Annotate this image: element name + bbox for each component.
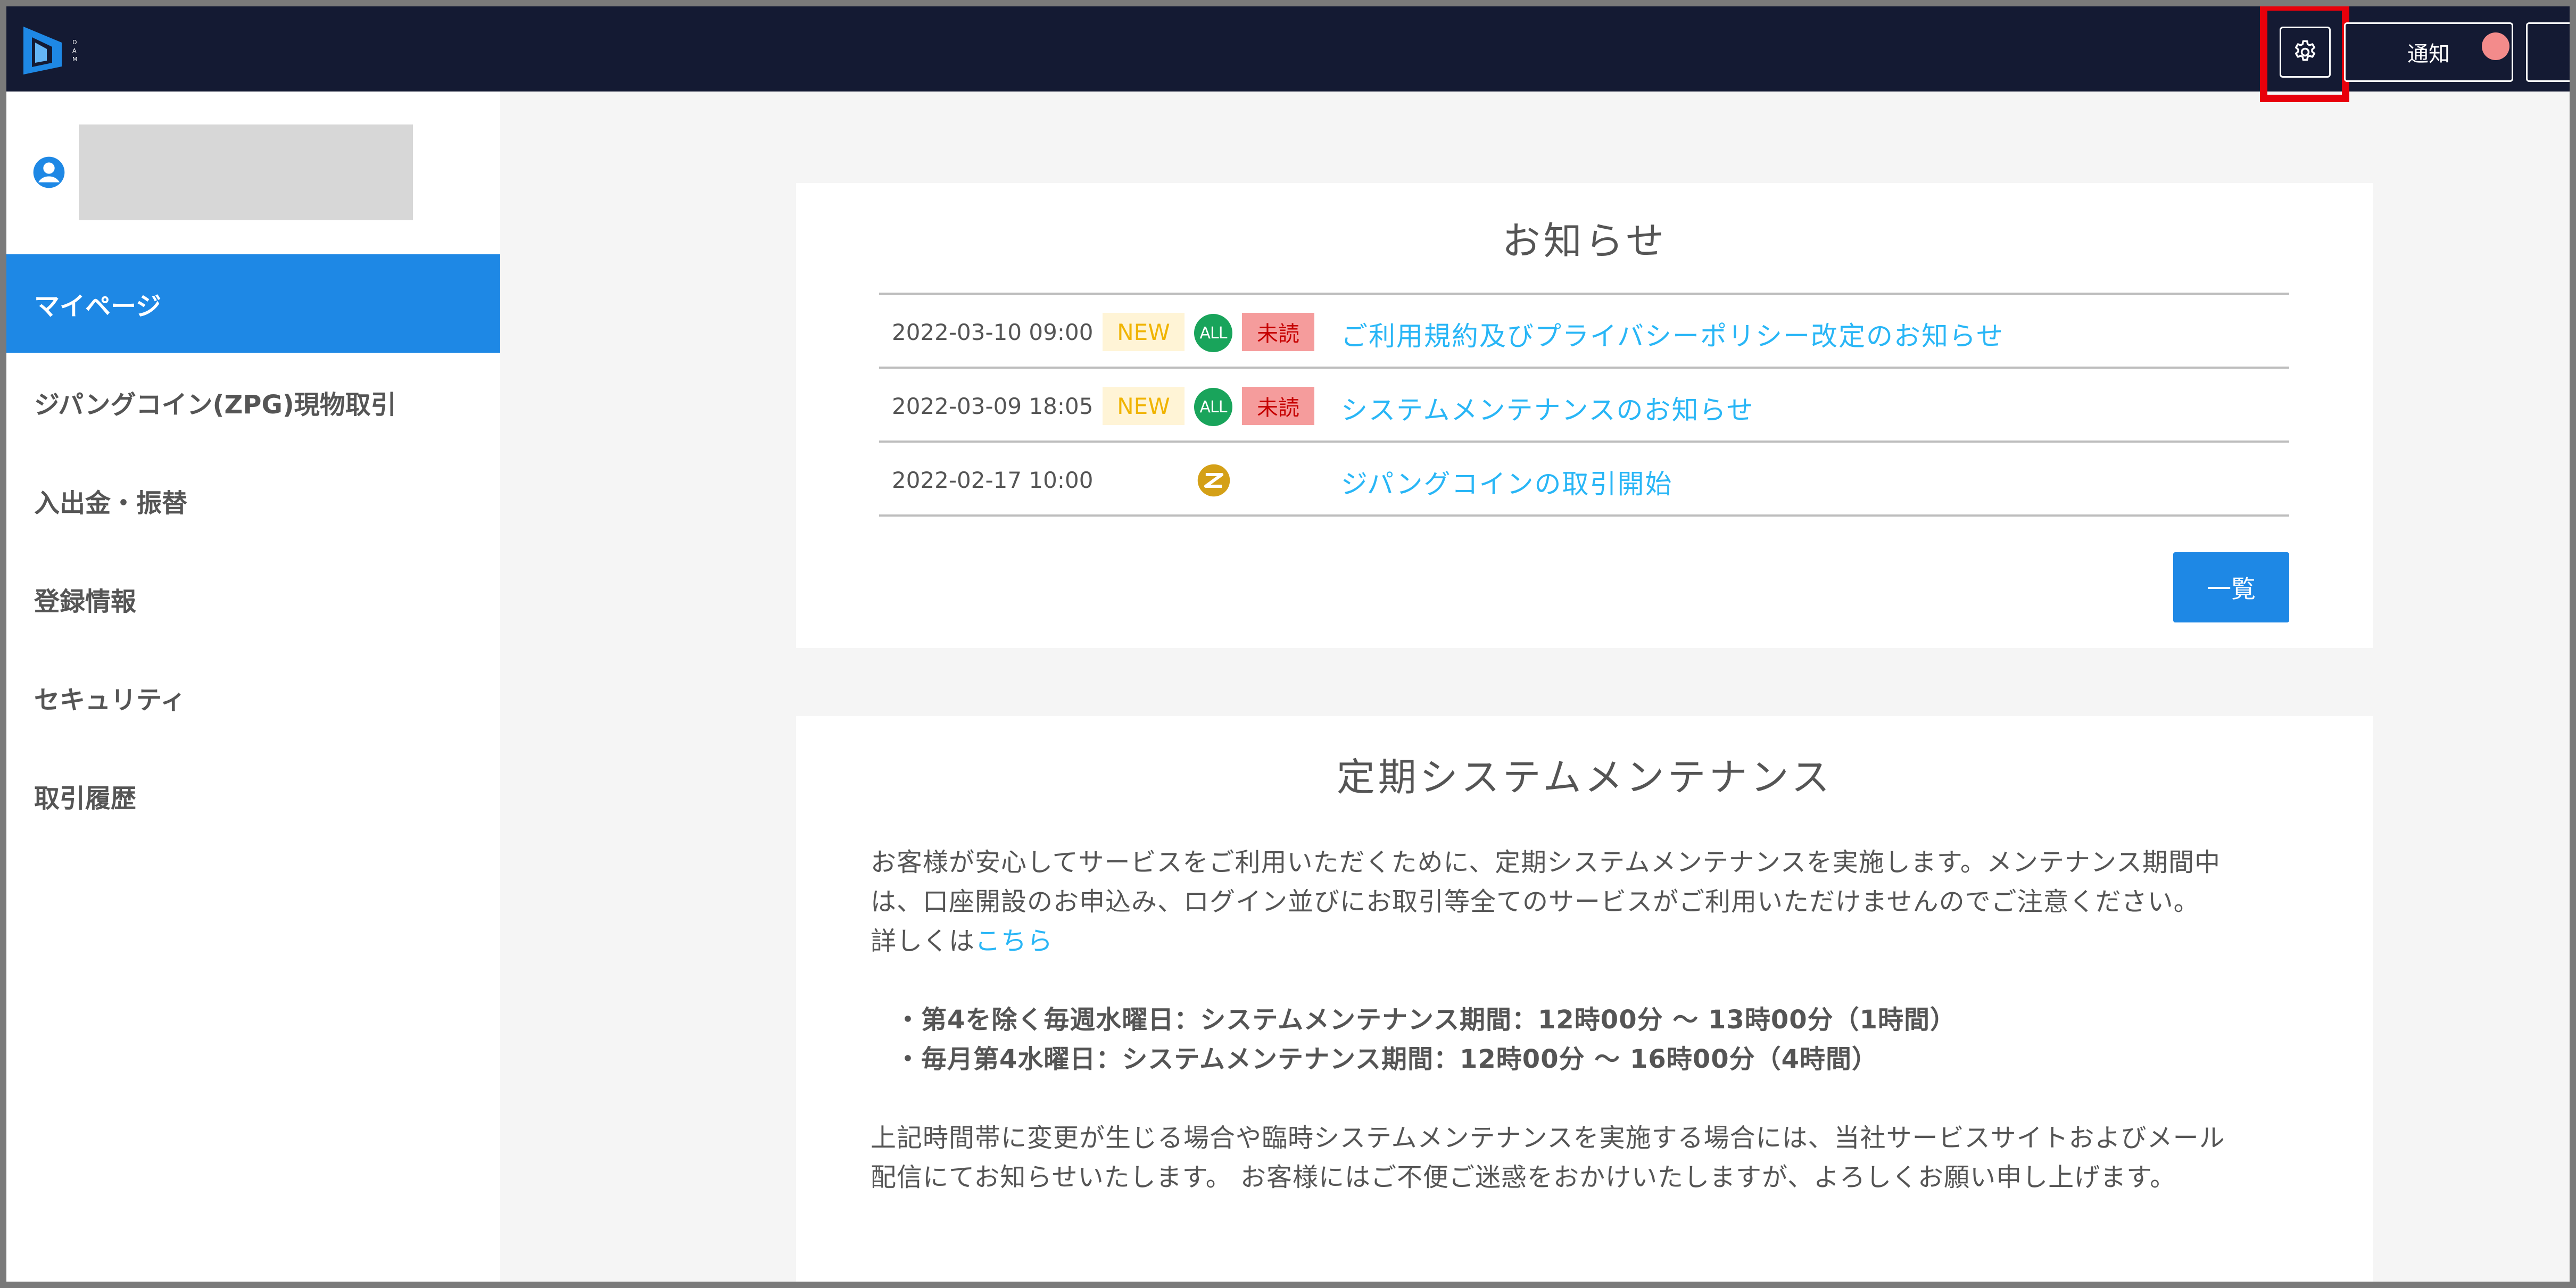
maintenance-title: 定期システムメンテナンス (1336, 755, 1833, 800)
news-date: 2022-03-10 09:00 (892, 319, 1094, 345)
sidebar-item-deposit-withdraw[interactable]: 入出金・振替 (6, 451, 500, 550)
news-date: 2022-03-09 18:05 (892, 393, 1094, 419)
news-row: 2022-03-10 09:00 NEW ALL 未読 ご利用規約及びプライバシ… (879, 295, 2289, 369)
sidebar-item-mypage[interactable]: マイページ (6, 254, 500, 353)
header-menu-button[interactable] (2526, 22, 2570, 82)
maintenance-footer: 上記時間帯に変更が生じる場合や臨時システムメンテナンスを実施する場合には、当社サ… (871, 1118, 2307, 1197)
unread-badge: 未読 (1242, 313, 1314, 351)
highlight-box (2260, 6, 2349, 102)
news-link[interactable]: ジパングコインの取引開始 (1341, 463, 1673, 501)
user-icon (33, 156, 65, 188)
details-prefix: 詳しくは (871, 926, 975, 956)
maintenance-intro-line: お客様が安心してサービスをご利用いただくために、定期システムメンテナンスを実施し… (871, 847, 2221, 877)
view-all-button[interactable]: 一覧 (2173, 552, 2289, 622)
maintenance-body: お客様が安心してサービスをご利用いただくために、定期システムメンテナンスを実施し… (871, 843, 2307, 1197)
sidebar-item-zpg-spot-trading[interactable]: ジパングコイン(ZPG)現物取引 (6, 353, 500, 451)
new-badge: NEW (1103, 313, 1185, 351)
sidebar-nav: マイページ ジパングコイン(ZPG)現物取引 入出金・振替 登録情報 セキュリテ… (6, 254, 500, 845)
user-block (32, 124, 458, 220)
news-row: 2022-02-17 10:00 ジパングコインの取引開始 (879, 443, 2289, 517)
sidebar-item-security[interactable]: セキュリティ (6, 648, 500, 746)
notification-label: 通知 (2407, 42, 2450, 67)
maintenance-footer-line: 上記時間帯に変更が生じる場合や臨時システムメンテナンスを実施する場合には、当社サ… (871, 1123, 2225, 1153)
notification-badge (2482, 32, 2509, 60)
schedule-item: ・毎月第4水曜日：システムメンテナンス期間：12時00分 〜 16時00分（4時… (895, 1044, 1878, 1074)
news-date: 2022-02-17 10:00 (892, 467, 1094, 493)
schedule-item: ・第4を除く毎週水曜日：システムメンテナンス期間：12時00分 〜 13時00分… (895, 1005, 1957, 1035)
sidebar-item-label: 取引履歴 (34, 783, 137, 813)
all-badge: ALL (1194, 314, 1232, 352)
sidebar-item-label: 登録情報 (34, 586, 137, 617)
details-link[interactable]: こちら (975, 926, 1053, 956)
sidebar: マイページ ジパングコイン(ZPG)現物取引 入出金・振替 登録情報 セキュリテ… (6, 92, 500, 1282)
logo-icon (23, 27, 62, 74)
notification-button[interactable]: 通知 (2344, 22, 2513, 82)
sidebar-item-label: マイページ (34, 291, 162, 321)
news-link[interactable]: システムメンテナンスのお知らせ (1341, 389, 1754, 427)
logo[interactable]: D A M (19, 21, 147, 80)
coin-icon (1197, 464, 1230, 497)
news-list: 2022-03-10 09:00 NEW ALL 未読 ご利用規約及びプライバシ… (879, 293, 2289, 517)
unread-badge: 未読 (1242, 387, 1314, 425)
news-row: 2022-03-09 18:05 NEW ALL 未読 システムメンテナンスのお… (879, 369, 2289, 443)
maintenance-footer-line: 配信にてお知らせいたします。 お客様にはご不便ご迷惑をおかけいたしますが、よろし… (871, 1162, 2176, 1192)
top-header: D A M 通知 (6, 6, 2570, 102)
new-badge: NEW (1103, 387, 1185, 425)
user-name-redacted (79, 124, 413, 220)
app-window: D A M 通知 マイページ ジパングコイン(ZPG)現物取引 入出金・振替 登… (6, 6, 2570, 1282)
maintenance-details: 詳しくはこちら (871, 921, 2307, 961)
maintenance-intro-line: は、口座開設のお申込み、ログイン並びにお取引等全てのサービスがご利用いただけませ… (871, 887, 2200, 917)
news-title: お知らせ (1502, 219, 1668, 263)
logo-text: D A M (72, 39, 80, 63)
maintenance-schedule: ・第4を除く毎週水曜日：システムメンテナンス期間：12時00分 〜 13時00分… (871, 1000, 2307, 1079)
sidebar-item-label: ジパングコイン(ZPG)現物取引 (34, 389, 396, 420)
sidebar-item-label: セキュリティ (34, 685, 186, 715)
news-card: お知らせ 2022-03-10 09:00 NEW ALL 未読 ご利用規約及び… (796, 183, 2373, 648)
sidebar-item-label: 入出金・振替 (34, 488, 188, 518)
all-badge: ALL (1194, 388, 1232, 426)
maintenance-card: 定期システムメンテナンス お客様が安心してサービスをご利用いただくために、定期シ… (796, 716, 2373, 1282)
sidebar-item-registration[interactable]: 登録情報 (6, 550, 500, 648)
sidebar-item-trade-history[interactable]: 取引履歴 (6, 746, 500, 845)
news-link[interactable]: ご利用規約及びプライバシーポリシー改定のお知らせ (1341, 315, 2004, 353)
